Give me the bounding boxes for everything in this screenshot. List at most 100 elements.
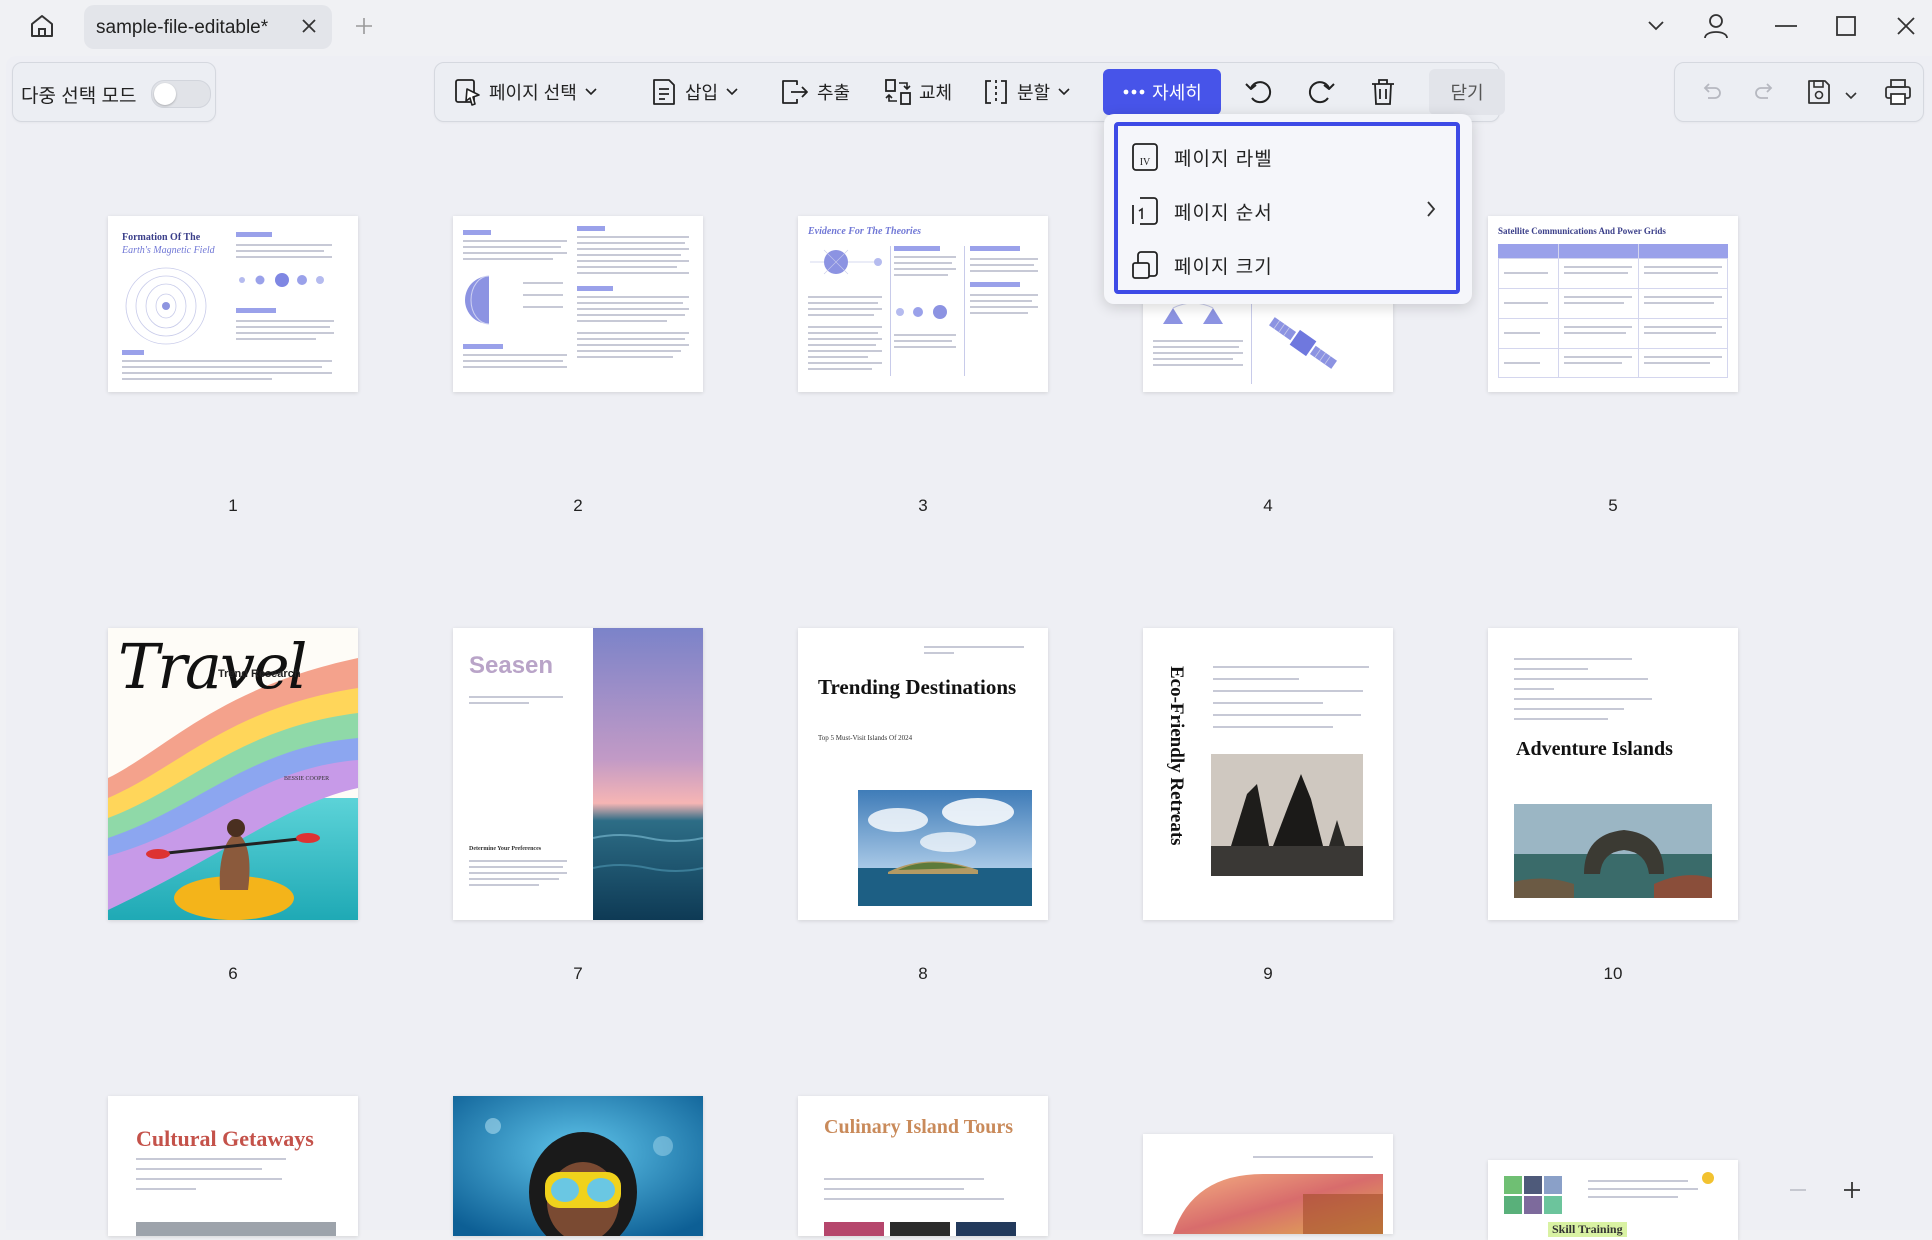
redo-button[interactable] <box>1753 79 1777 108</box>
page-7-subtitle: Determine Your Preferences <box>469 846 542 852</box>
replace-button[interactable]: 교체 <box>877 72 958 112</box>
page-thumbnail-13[interactable]: Culinary Island Tours <box>798 1096 1048 1236</box>
page-10-title: Adventure Islands <box>1516 738 1673 760</box>
text-line <box>808 362 882 364</box>
chevron-down-icon <box>1845 92 1857 100</box>
cursor-page-icon <box>455 79 480 106</box>
zoom-out-button[interactable] <box>1788 1180 1808 1205</box>
text-line <box>469 872 567 874</box>
text-line <box>1514 668 1588 670</box>
extract-button[interactable]: 추출 <box>773 72 856 112</box>
photo-tile <box>1524 1176 1542 1194</box>
more-dots-icon <box>1123 89 1145 95</box>
text-line <box>469 884 539 886</box>
menu-item-page-order[interactable]: 페이지 순서 <box>1118 184 1456 238</box>
zoom-in-button[interactable] <box>1842 1180 1862 1205</box>
page-select-button[interactable]: 페이지 선택 <box>447 72 603 112</box>
page-thumbnail-1[interactable]: Formation Of The Earth's Magnetic Field <box>108 216 358 392</box>
close-organizer-button[interactable]: 닫기 <box>1429 69 1505 115</box>
page-7-title: Seasen <box>469 652 554 679</box>
split-button[interactable]: 분할 <box>975 72 1076 112</box>
sun-decoration <box>1702 1172 1714 1184</box>
page-6-author: BESSIE COOPER <box>284 776 330 782</box>
page-thumbnail-10[interactable]: Adventure Islands <box>1488 628 1738 920</box>
page-thumbnail-2[interactable] <box>453 216 703 392</box>
rotate-right-button[interactable] <box>1295 72 1347 112</box>
more-button[interactable]: 자세히 <box>1103 69 1221 115</box>
page-thumbnail-7[interactable]: Seasen Determine Your Preferences <box>453 628 703 920</box>
photo-strip <box>136 1222 336 1236</box>
heading-bar <box>122 350 144 355</box>
page-thumbnail-14[interactable] <box>1143 1134 1393 1234</box>
tab-close-button[interactable] <box>296 13 322 39</box>
table-divider <box>1498 348 1728 349</box>
text-line <box>970 264 1034 266</box>
column-divider <box>964 246 965 376</box>
text-line <box>970 270 1038 272</box>
menu-item-page-size[interactable]: 페이지 크기 <box>1118 238 1456 292</box>
multi-select-toggle[interactable] <box>151 80 211 108</box>
magnetic-field-diagram <box>125 267 207 345</box>
text-line <box>236 250 324 252</box>
text-line <box>1253 1156 1373 1158</box>
minimize-button[interactable] <box>1766 8 1806 44</box>
plus-icon <box>1844 1182 1860 1198</box>
page-number-10: 10 <box>1603 964 1623 983</box>
text-line <box>824 1198 1004 1200</box>
page-thumbnail-11[interactable]: Cultural Getaways <box>108 1096 358 1236</box>
page-thumbnail-9[interactable]: Eco-Friendly Retreats <box>1143 628 1393 920</box>
file-tab[interactable]: sample-file-editable* <box>84 5 332 49</box>
page-thumbnail-12[interactable] <box>453 1096 703 1236</box>
text-line <box>523 306 563 308</box>
close-window-button[interactable] <box>1886 8 1926 44</box>
text-line <box>894 346 956 348</box>
insert-button[interactable]: 삽입 <box>643 72 744 112</box>
text-line <box>136 1168 262 1170</box>
home-button[interactable] <box>20 8 64 44</box>
page-thumbnail-6[interactable]: Travel Trend Research BESSIE COOPER <box>108 628 358 920</box>
text-line <box>577 254 681 256</box>
column-divider <box>890 246 891 376</box>
text-line <box>1514 698 1652 700</box>
text-line <box>1564 362 1622 364</box>
save-button[interactable] <box>1805 77 1833 112</box>
heading-bar <box>970 246 1020 251</box>
text-line <box>1564 266 1632 268</box>
text-line <box>1564 356 1632 358</box>
text-line <box>236 332 334 334</box>
account-button[interactable] <box>1696 8 1736 44</box>
text-line <box>1213 714 1361 716</box>
text-line <box>1644 362 1710 364</box>
replace-icon <box>885 79 911 105</box>
tab-list-dropdown[interactable] <box>1640 10 1672 42</box>
split-icon <box>985 80 1007 104</box>
delete-page-button[interactable] <box>1357 72 1409 112</box>
text-line <box>894 274 948 276</box>
save-options-dropdown[interactable] <box>1845 87 1857 105</box>
text-line <box>136 1178 282 1180</box>
text-line <box>1588 1188 1698 1190</box>
print-button[interactable] <box>1883 77 1913 112</box>
text-line <box>894 268 956 270</box>
satellite-illustration <box>1269 317 1337 369</box>
page-thumbnail-8[interactable]: Trending Destinations Top 5 Must-Visit I… <box>798 628 1048 920</box>
text-line <box>808 314 874 316</box>
menu-item-page-label[interactable]: IV 페이지 라벨 <box>1118 130 1456 184</box>
maximize-button[interactable] <box>1826 8 1866 44</box>
text-line <box>894 340 952 342</box>
page-thumbnail-15[interactable]: Skill Training <box>1488 1160 1738 1240</box>
close-label: 닫기 <box>1450 83 1484 103</box>
page-11-title: Cultural Getaways <box>136 1126 314 1151</box>
text-line <box>808 296 882 298</box>
svg-text:IV: IV <box>1140 157 1151 168</box>
text-line <box>577 302 683 304</box>
rotate-left-button[interactable] <box>1233 72 1285 112</box>
text-line <box>236 320 334 322</box>
undo-button[interactable] <box>1699 79 1723 108</box>
text-line <box>236 244 332 246</box>
page-thumbnail-3[interactable]: Evidence For The Theories <box>798 216 1048 392</box>
page-thumbnail-5[interactable]: Satellite Communications And Power Grids <box>1488 216 1738 392</box>
text-line <box>463 246 561 248</box>
multi-select-label: 다중 선택 모드 <box>21 86 137 107</box>
new-tab-button[interactable] <box>348 10 380 42</box>
